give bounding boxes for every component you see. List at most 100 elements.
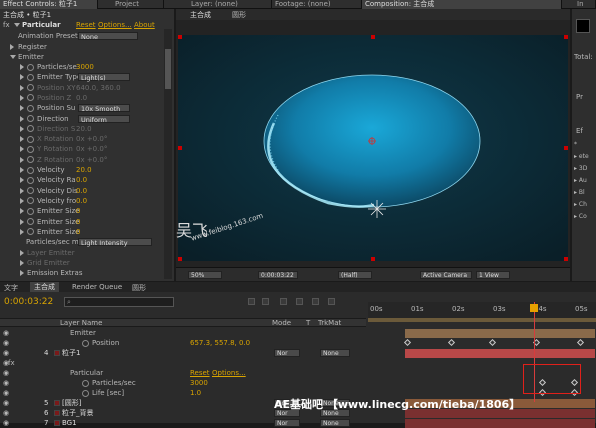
layer-label-color[interactable] <box>54 400 60 406</box>
property-value[interactable]: 657.3, 557.8, 0.0 <box>190 338 250 348</box>
preview-tab[interactable]: Pr <box>576 93 583 101</box>
layer-duration-bar[interactable] <box>405 419 595 428</box>
effects-category-item[interactable]: ▸ Ch <box>574 201 587 208</box>
views-dropdown[interactable]: 1 View <box>476 271 510 279</box>
cti-head-icon[interactable] <box>530 304 538 312</box>
stopwatch-icon[interactable] <box>27 125 34 133</box>
visibility-eye-icon[interactable]: ◉ <box>3 388 9 398</box>
draft-3d-icon[interactable] <box>262 298 269 305</box>
blend-mode-dropdown[interactable]: Nor <box>274 349 300 357</box>
layer-duration-bar[interactable] <box>405 349 595 358</box>
time-ruler[interactable]: 00s 01s 02s 03s 04s 05s <box>368 302 596 318</box>
prop-value[interactable]: 20.0 <box>76 165 92 175</box>
prop-value[interactable]: 0.0 <box>76 186 87 196</box>
effects-presets-tab[interactable]: Ef <box>576 127 583 135</box>
viewer-timecode[interactable]: 0:00:03:22 <box>258 271 298 279</box>
stopwatch-icon[interactable] <box>27 135 34 143</box>
visibility-eye-icon[interactable]: ◉ <box>3 348 9 358</box>
about-link[interactable]: About <box>134 20 155 30</box>
prop-value[interactable]: 0x +0.0° <box>76 134 107 144</box>
viewer-icon-tab[interactable]: 圆形 <box>232 10 246 20</box>
visibility-eye-icon[interactable]: ◉ <box>3 418 9 428</box>
trkmat-dropdown[interactable]: None <box>320 419 350 427</box>
pps-modifier-dropdown[interactable]: Light Intensity <box>78 238 152 247</box>
tab-render-queue[interactable]: Render Queue <box>72 283 122 291</box>
visibility-eye-icon[interactable]: ◉ <box>3 368 9 378</box>
prop-dropdown[interactable]: 10x Smooth <box>78 104 130 113</box>
resolution-dropdown[interactable]: (Half) <box>338 271 372 279</box>
col-layer-name[interactable]: Layer Name <box>60 319 102 327</box>
timeline-reset-link[interactable]: Reset <box>190 368 210 378</box>
stopwatch-icon[interactable] <box>27 104 34 112</box>
blend-mode-dropdown[interactable]: Nor <box>274 419 300 427</box>
work-area-bar[interactable] <box>368 318 596 322</box>
prop-value[interactable]: 640.0, 360.0 <box>76 83 121 93</box>
tab-effect-controls[interactable]: Effect Controls: 粒子1 <box>0 0 98 9</box>
layer-name[interactable]: 粒子1 <box>62 348 80 358</box>
property-row[interactable]: ◉ Position 657.3, 557.8, 0.0 <box>0 338 596 348</box>
stopwatch-icon[interactable] <box>27 228 34 236</box>
stopwatch-icon[interactable] <box>27 187 34 195</box>
stopwatch-icon[interactable] <box>27 94 34 102</box>
effects-category-item[interactable]: ▸ Bl <box>574 189 585 196</box>
prop-value[interactable]: 0 <box>76 217 80 227</box>
presets-dropdown[interactable]: None <box>78 32 138 41</box>
timeline-search-input[interactable]: ⌕ <box>64 297 174 307</box>
tab-project[interactable]: Project <box>112 0 164 9</box>
effects-category-item[interactable]: * <box>574 141 577 148</box>
shy-layers-icon[interactable] <box>280 298 287 305</box>
prop-value[interactable]: 0 <box>76 206 80 216</box>
tab-layer[interactable]: Layer: (none) <box>188 0 272 9</box>
stopwatch-icon[interactable] <box>27 166 34 174</box>
layer-name[interactable]: BG1 <box>62 418 77 428</box>
tab-circle[interactable]: 圆形 <box>132 283 146 293</box>
col-t[interactable]: T <box>306 319 310 327</box>
trkmat-dropdown[interactable]: None <box>320 349 350 357</box>
stopwatch-icon[interactable] <box>27 73 34 81</box>
stopwatch-icon[interactable] <box>27 197 34 205</box>
tab-main-comp[interactable]: 主合成 <box>30 282 59 292</box>
timeline-options-link[interactable]: Options... <box>212 368 246 378</box>
layer-label-color[interactable] <box>54 420 60 426</box>
visibility-eye-icon[interactable]: ◉ <box>3 398 9 408</box>
emission-extras-row[interactable]: Emission Extras <box>0 268 172 278</box>
prop-dropdown[interactable]: Light(s) <box>78 73 130 82</box>
visibility-eye-icon[interactable]: ◉ <box>3 328 9 338</box>
stopwatch-icon[interactable] <box>27 156 34 164</box>
prop-value[interactable]: 0x +0.0° <box>76 155 107 165</box>
viewer-comp-tab[interactable]: 主合成 <box>190 10 211 20</box>
layer-label-color[interactable] <box>54 410 60 416</box>
effects-category-item[interactable]: ▸ ete <box>574 153 589 160</box>
stopwatch-icon[interactable] <box>27 207 34 215</box>
register-row[interactable]: Register <box>0 42 172 52</box>
stopwatch-icon[interactable] <box>82 389 89 397</box>
camera-dropdown[interactable]: Active Camera <box>420 271 472 279</box>
comp-mini-flowchart-icon[interactable] <box>248 298 255 305</box>
emitter-group-row[interactable]: Emitter <box>0 52 172 62</box>
effects-category-item[interactable]: ▸ Co <box>574 213 587 220</box>
stopwatch-icon[interactable] <box>27 218 34 225</box>
effects-category-item[interactable]: ▸ 3D <box>574 165 587 172</box>
stopwatch-icon[interactable] <box>27 176 34 184</box>
prop-value[interactable]: 0x +0.0° <box>76 144 107 154</box>
property-row[interactable]: ◉ Particles/sec 3000 <box>0 378 596 388</box>
motion-blur-icon[interactable] <box>312 298 319 305</box>
options-link[interactable]: Options... <box>98 20 132 30</box>
stopwatch-icon[interactable] <box>27 145 34 153</box>
visibility-eye-icon[interactable]: ◉ <box>3 408 9 418</box>
prop-dropdown[interactable]: Uniform <box>78 114 130 124</box>
reset-link[interactable]: Reset <box>76 20 96 30</box>
visibility-eye-icon[interactable]: ◉ <box>3 338 9 348</box>
layer-name[interactable]: Particles/sec <box>92 378 136 388</box>
timeline-timecode[interactable]: 0:00:03:22 <box>4 297 53 307</box>
stopwatch-icon[interactable] <box>27 63 34 71</box>
stopwatch-icon[interactable] <box>27 115 34 122</box>
stopwatch-icon[interactable] <box>27 84 34 92</box>
layer-name[interactable]: 粒子_背景 <box>62 408 94 418</box>
tab-text[interactable]: 文字 <box>4 283 18 293</box>
tab-footage[interactable]: Footage: (none) <box>272 0 362 9</box>
prop-value[interactable]: 3000 <box>76 62 94 72</box>
layer-emitter-row[interactable]: Layer Emitter <box>0 248 172 258</box>
layer-name[interactable]: Life [sec] <box>92 388 124 398</box>
frame-blending-icon[interactable] <box>296 298 303 305</box>
